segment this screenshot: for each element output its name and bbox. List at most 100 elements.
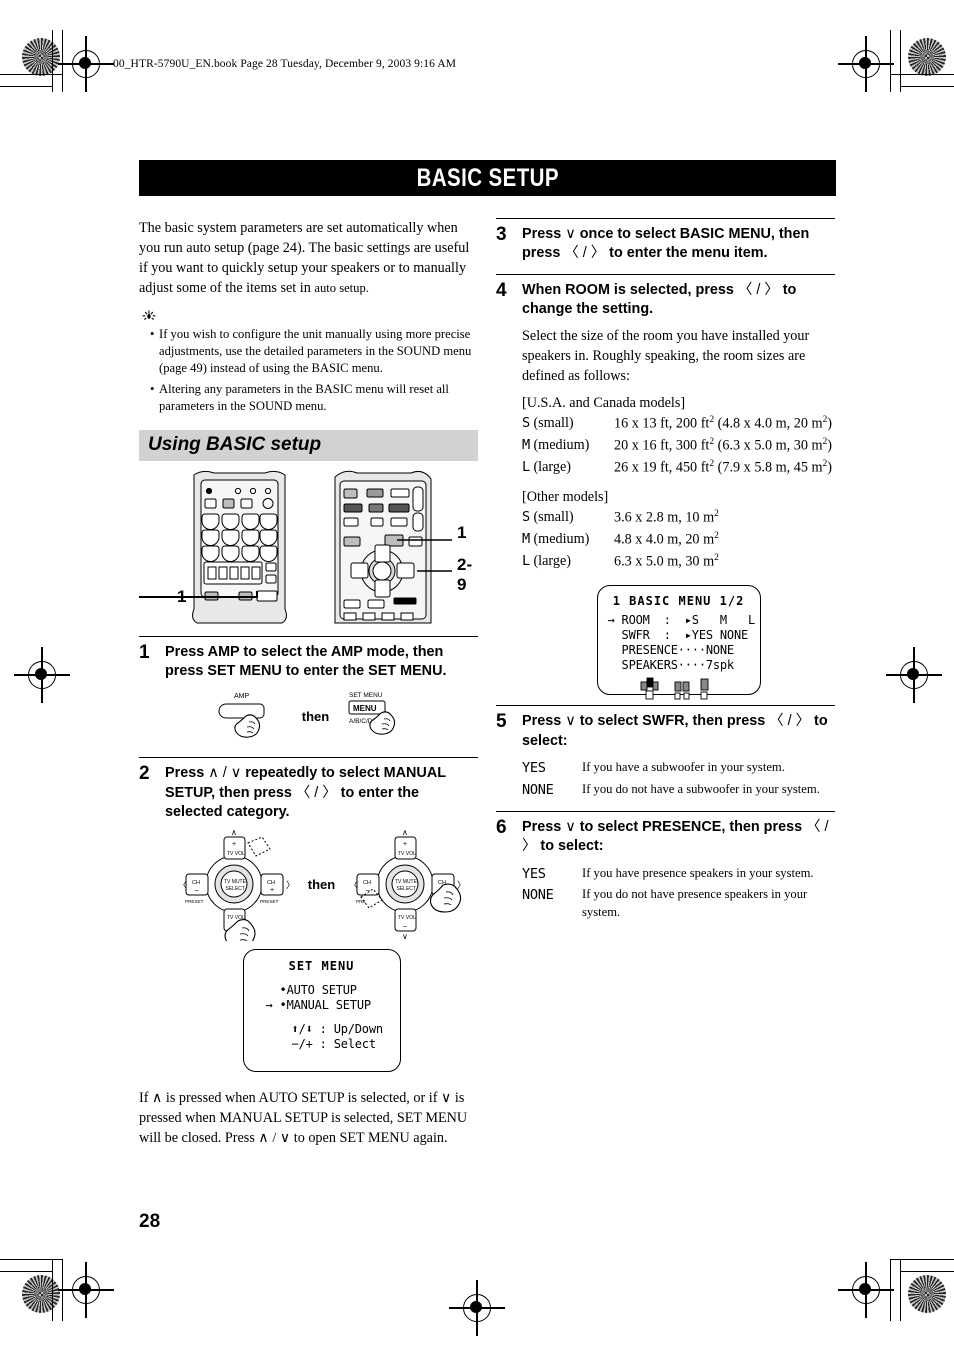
osd-basic-menu-line: PRESENCE····NONE <box>607 643 735 658</box>
right-column: 3 Press ∨ once to select BASIC MENU, the… <box>496 218 835 1157</box>
step-4-osd-container: 1 BASIC MENU 1/2 → ROOM : ▸S M L SWFR : … <box>522 585 835 700</box>
room-size-key: L (large) <box>522 457 614 479</box>
osd-set-menu-line: •AUTO SETUP <box>265 982 357 997</box>
two-column-layout: The basic system parameters are set auto… <box>139 218 836 1157</box>
step-2-number: 2 <box>139 763 150 785</box>
option-description: If you have presence speakers in your sy… <box>582 865 814 880</box>
svg-text:PRESET: PRESET <box>260 899 279 904</box>
step-5-number: 5 <box>496 711 507 733</box>
remote-callout-2-9: 2-9 <box>457 554 473 594</box>
remote-callout-1-right: 1 <box>457 522 467 542</box>
room-size-key: S (small) <box>522 507 614 529</box>
step-6-head: 6 Press ∨ to select PRESENCE, then press… <box>496 817 835 857</box>
svg-text:〉: 〉 <box>457 880 466 890</box>
registration-halftone-dot-bottom-right <box>908 1275 946 1313</box>
intro-paragraph: The basic system parameters are set auto… <box>139 218 478 299</box>
menu-button-label: MENU <box>353 704 377 713</box>
crop-line-tl-v2 <box>62 30 64 92</box>
crop-line-tr-v2 <box>900 30 902 92</box>
registration-crosshair-left-mid <box>14 647 70 703</box>
svg-text:TV VOL: TV VOL <box>227 851 245 857</box>
room-size-row: S (small) 16 x 13 ft, 200 ft2 (4.8 x 4.0… <box>522 413 835 435</box>
page-content: BASIC SETUP The basic system parameters … <box>139 160 836 1157</box>
step-2-dpad-illustration: TV MUTE SELECT + TV VOL TV VOL – CH – PR… <box>165 829 478 941</box>
osd-letter: S <box>522 509 530 526</box>
section-heading: Using BASIC setup <box>148 434 322 455</box>
step-1-title: Press AMP to select the AMP mode, then p… <box>165 643 447 679</box>
speaker-layout-icon <box>640 677 708 700</box>
osd-option-value: YES <box>522 865 546 882</box>
step-3-number: 3 <box>496 224 507 245</box>
leftright-arrow-glyph: 〈 / 〉 <box>769 713 811 730</box>
page-number: 28 <box>139 1211 161 1232</box>
step-5-head: 5 Press ∨ to select SWFR, then press 〈 /… <box>496 712 835 751</box>
step-5-title: Press ∨ to select SWFR, then press 〈 / 〉… <box>522 712 835 751</box>
option-description: If you do not have presence speakers in … <box>582 887 808 920</box>
room-size-name: (large) <box>529 553 571 570</box>
crop-line-tl-v <box>52 30 54 92</box>
svg-text:CH: CH <box>363 880 371 886</box>
crop-line-br-v2 <box>900 1259 902 1321</box>
step-3-title: Press ∨ once to select BASIC MENU, then … <box>522 225 835 264</box>
room-size-value: 26 x 19 ft, 450 ft2 (7.9 x 5.8 m, 45 m2) <box>614 459 832 477</box>
room-size-key: M (medium) <box>522 435 614 457</box>
option-description: If you have a subwoofer in your system. <box>582 760 785 775</box>
osd-set-menu-line: −/+ : Select <box>277 1036 377 1051</box>
other-room-size-list: S (small) 3.6 x 2.8 m, 10 m2 M (medium) … <box>522 507 835 573</box>
osd-basic-menu-title: 1 BASIC MENU 1/2 <box>612 594 745 609</box>
step-2-then-label: then <box>307 877 336 893</box>
room-size-value: 20 x 16 ft, 300 ft2 (6.3 x 5.0 m, 30 m2) <box>614 437 832 454</box>
osd-set-menu-line: ⬆/⬇ : Up/Down <box>277 1021 384 1036</box>
updown-arrow-glyph: ∧ / ∨ <box>208 765 242 782</box>
leftright-arrow-glyph: 〈 / 〉 <box>295 784 337 801</box>
svg-text:–: – <box>403 923 407 930</box>
osd-basic-menu-line: → ROOM : ▸S M L <box>607 613 756 628</box>
room-size-value: 6.3 x 5.0 m, 30 m2 <box>614 553 719 571</box>
step-4-title-part1: When ROOM is selected, press <box>522 281 738 298</box>
remote-controls-diagram <box>139 470 452 623</box>
step-6: 6 Press ∨ to select PRESENCE, then press… <box>496 810 835 922</box>
amp-button-label: AMP <box>234 693 250 700</box>
step-2-title: Press ∧ / ∨ repeatedly to select MANUAL … <box>165 764 478 822</box>
light-bulb-tip-icon <box>142 310 156 320</box>
option-row: NONE If you do not have presence speaker… <box>522 885 835 922</box>
room-size-row: L (large) 6.3 x 5.0 m, 30 m2 <box>522 551 835 573</box>
room-size-row: S (small) 3.6 x 2.8 m, 10 m2 <box>522 507 835 529</box>
step-1-number: 1 <box>139 641 150 663</box>
crop-line-bl-h <box>0 1259 62 1261</box>
crop-line-tr-h2 <box>901 86 954 88</box>
osd-letter: S <box>522 415 530 432</box>
svg-text:TV MUTE: TV MUTE <box>395 879 418 885</box>
step-5-title-part1: Press <box>522 713 566 730</box>
svg-text:SELECT: SELECT <box>397 886 416 892</box>
usa-room-size-list: S (small) 16 x 13 ft, 200 ft2 (4.8 x 4.0… <box>522 413 835 479</box>
room-size-name: (large) <box>529 459 571 476</box>
left-column: The basic system parameters are set auto… <box>139 218 478 1157</box>
crop-line-bl-v2 <box>62 1259 64 1321</box>
svg-text:PRESET: PRESET <box>185 899 204 904</box>
crop-line-br-v <box>890 1259 892 1321</box>
crop-line-bl-h2 <box>0 1271 52 1273</box>
step-3-title-part3: to enter the menu item. <box>605 245 768 262</box>
step-2-title-part1: Press <box>165 765 209 782</box>
crop-line-bl-v <box>52 1259 54 1321</box>
osd-set-menu-line: → •MANUAL SETUP <box>265 997 372 1012</box>
osd-set-menu: SET MENU •AUTO SETUP → •MANUAL SETUP ⬆/⬇… <box>242 948 401 1072</box>
room-size-name: (small) <box>529 415 574 432</box>
registration-halftone-dot-top-right <box>908 38 946 76</box>
svg-text:+: + <box>232 841 236 848</box>
room-size-row: M (medium) 20 x 16 ft, 300 ft2 (6.3 x 5.… <box>522 435 835 457</box>
intro-main: The basic system parameters are set auto… <box>139 220 470 297</box>
tips-list: If you wish to configure the unit manual… <box>139 326 478 416</box>
crop-line-br-h <box>891 1259 954 1261</box>
room-size-key: L (large) <box>522 551 614 573</box>
tip-item: If you wish to configure the unit manual… <box>150 326 478 378</box>
svg-text:–: – <box>366 887 370 894</box>
step-6-title-part3: to select: <box>536 838 604 855</box>
set-menu-top-label: SET MENU <box>349 692 383 699</box>
room-size-name: (medium) <box>529 437 590 454</box>
room-size-name: (small) <box>529 509 574 526</box>
leftright-arrow-glyph: 〈 / 〉 <box>737 281 779 298</box>
osd-basic-menu-line: SWFR : ▸YES NONE <box>607 628 749 643</box>
option-key: YES <box>522 758 582 779</box>
